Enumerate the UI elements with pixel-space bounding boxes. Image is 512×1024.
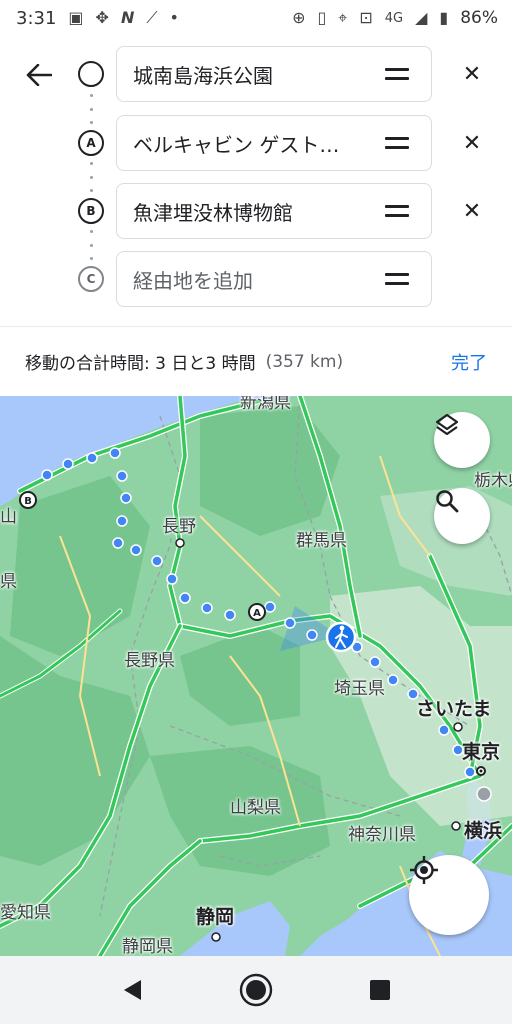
back-triangle-icon[interactable] xyxy=(112,970,152,1010)
map-label-tokyo: 東京 xyxy=(462,741,501,763)
drag-handle-icon[interactable] xyxy=(385,205,409,217)
remove-stop-b-icon[interactable]: ✕ xyxy=(458,197,486,225)
stop-b-field-text: 魚津埋没林博物館 xyxy=(133,200,293,225)
map-marker-b[interactable]: B xyxy=(19,491,37,509)
n-app-icon: N xyxy=(120,8,135,27)
image-icon: ▣ xyxy=(68,8,84,27)
map-marker-a[interactable]: A xyxy=(248,603,266,621)
origin-circle-icon xyxy=(78,61,104,87)
map-label-nagano-city: 長野 xyxy=(162,517,196,537)
map-label-yokohama: 横浜 xyxy=(464,820,503,842)
stop-c-marker: C xyxy=(78,266,104,292)
home-circle-icon[interactable] xyxy=(236,970,276,1010)
slack-icon: ✥ xyxy=(95,8,109,27)
map-label-pref-left: 県 xyxy=(0,572,17,592)
connector-dots xyxy=(89,162,93,192)
map-view[interactable]: B A 新潟県 栃木県 山 長野 群馬県 県 長野県 埼玉県 さいたま 東京 山… xyxy=(0,396,512,956)
network-type: 4G xyxy=(384,10,404,26)
map-label-niigata: 新潟県 xyxy=(240,396,291,413)
my-location-icon xyxy=(410,856,438,884)
map-label-gunma: 群馬県 xyxy=(296,531,347,551)
stop-b-field[interactable]: 魚津埋没林博物館 xyxy=(116,183,432,239)
remove-stop-a-icon[interactable]: ✕ xyxy=(458,129,486,157)
vibrate-icon: ▯ xyxy=(317,8,327,27)
signal-icon: ◢ xyxy=(415,8,428,27)
drag-handle-icon[interactable] xyxy=(385,68,409,80)
map-label-yamanashi: 山梨県 xyxy=(230,798,281,818)
my-location-button[interactable] xyxy=(409,855,489,935)
remove-stop-origin-icon[interactable]: ✕ xyxy=(458,60,486,88)
layers-icon xyxy=(435,413,459,436)
map-label-kanagawa: 神奈川県 xyxy=(348,825,416,845)
drag-handle-icon[interactable] xyxy=(385,137,409,149)
total-distance: (357 km) xyxy=(265,351,344,372)
origin-field-text: 城南島海浜公園 xyxy=(133,63,273,88)
origin-field[interactable]: 城南島海浜公園 xyxy=(116,46,432,102)
map-label-shizuoka-pref: 静岡県 xyxy=(122,937,173,956)
map-label-saitama-city: さいたま xyxy=(416,698,492,720)
stop-a-field-text: ベルキャビン ゲスト… xyxy=(133,132,340,157)
walking-person-icon[interactable] xyxy=(325,621,357,653)
map-label-shizuoka-city: 静岡 xyxy=(196,906,235,928)
svg-text:A: A xyxy=(253,608,261,619)
svg-text:B: B xyxy=(24,496,32,507)
total-time: 移動の合計時間: 3 日と3 時間 xyxy=(25,354,256,374)
layers-button[interactable] xyxy=(434,412,490,468)
satellite-icon: ⟋ xyxy=(146,8,158,27)
map-label-edge-left: 山 xyxy=(0,507,17,527)
dot-icon: • xyxy=(169,8,179,27)
add-stop-field[interactable]: 経由地を追加 xyxy=(116,251,432,307)
stop-a-marker: A xyxy=(78,130,104,156)
connector-dots xyxy=(89,230,93,260)
add-stop-placeholder: 経由地を追加 xyxy=(133,268,253,293)
map-label-tochigi: 栃木県 xyxy=(474,471,512,491)
battery-icon: ▮ xyxy=(439,8,449,27)
route-panel: 城南島海浜公園 ✕ A ベルキャビン ゲスト… ✕ B 魚津埋没林博物館 ✕ C… xyxy=(0,36,512,326)
battery-level: 86% xyxy=(460,8,498,28)
stop-b-marker: B xyxy=(78,198,104,224)
done-button[interactable]: 完了 xyxy=(451,349,487,375)
status-time: 3:31 xyxy=(16,7,57,29)
back-arrow-icon[interactable] xyxy=(22,58,56,92)
route-summary: 移動の合計時間: 3 日と3 時間 (357 km) 完了 xyxy=(0,326,512,396)
map-label-aichi: 愛知県 xyxy=(0,903,51,923)
map-label-saitama-pref: 埼玉県 xyxy=(334,679,385,699)
voicemail-icon: ⊡ xyxy=(359,8,373,27)
connector-dots xyxy=(89,94,93,124)
data-saver-icon: ⊕ xyxy=(292,8,306,27)
search-icon xyxy=(436,490,459,513)
map-label-nagano-pref: 長野県 xyxy=(124,651,175,671)
stop-a-field[interactable]: ベルキャビン ゲスト… xyxy=(116,115,432,171)
status-bar: 3:31 ▣ ✥ N ⟋ • ⊕ ▯ ⌖ ⊡ 4G ◢ ▮ 86% xyxy=(0,0,512,36)
location-icon: ⌖ xyxy=(338,8,348,27)
system-nav-bar xyxy=(0,956,512,1024)
search-button[interactable] xyxy=(434,488,490,544)
recents-square-icon[interactable] xyxy=(360,970,400,1010)
drag-handle-icon[interactable] xyxy=(385,273,409,285)
